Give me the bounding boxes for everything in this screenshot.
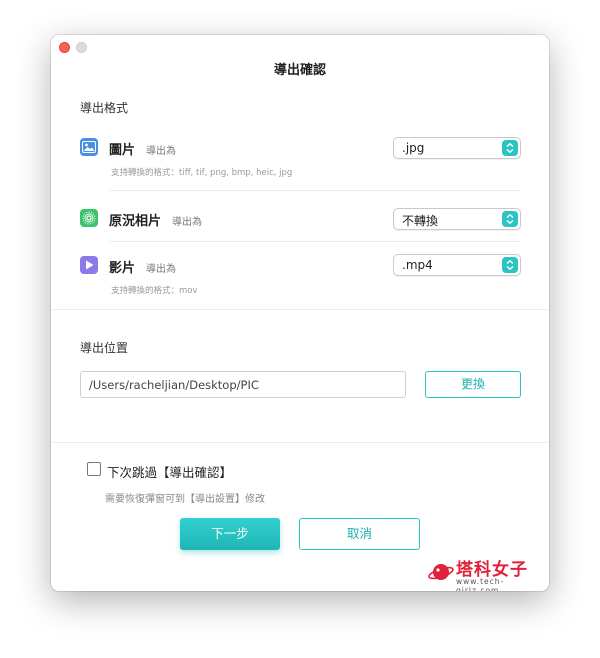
image-icon — [80, 138, 98, 156]
skip-next-time-checkbox[interactable] — [87, 462, 101, 476]
skip-next-time-label[interactable]: 下次跳過【導出確認】 — [107, 462, 232, 481]
image-row-label: 圖片 — [109, 143, 136, 158]
export-confirm-dialog: 導出確認 導出格式 圖片 導出為 .jpg 支持轉換的格式：tiff, tif,… — [51, 35, 549, 591]
video-play-icon — [80, 256, 98, 274]
section-divider — [51, 442, 549, 443]
watermark-logo: 塔科女子 www.tech-girlz.com — [428, 555, 546, 591]
select-chevrons-icon — [502, 211, 518, 227]
live-photo-format-value: 不轉換 — [402, 214, 439, 228]
export-path-field[interactable]: /Users/racheljian/Desktop/PIC — [80, 371, 406, 398]
section-divider — [51, 309, 549, 310]
video-format-select[interactable]: .mp4 — [393, 254, 521, 276]
image-format-hint: 支持轉換的格式：tiff, tif, png, bmp, heic, jpg — [111, 168, 293, 178]
live-photo-row-label: 原況相片 — [109, 214, 162, 229]
video-format-value: .mp4 — [402, 258, 433, 272]
cancel-button[interactable]: 取消 — [299, 518, 420, 550]
change-location-button[interactable]: 更換 — [425, 371, 521, 398]
restore-popup-note: 需要恢復彈窗可到【導出設置】修改 — [105, 494, 265, 505]
video-row-sub: 導出為 — [146, 264, 176, 275]
image-row-sub: 導出為 — [146, 146, 176, 157]
minimize-window-button[interactable] — [76, 42, 87, 53]
next-step-button[interactable]: 下一步 — [180, 518, 280, 550]
image-format-select[interactable]: .jpg — [393, 137, 521, 159]
live-photo-format-select[interactable]: 不轉換 — [393, 208, 521, 230]
dialog-title: 導出確認 — [273, 63, 326, 78]
video-format-hint: 支持轉換的格式：mov — [111, 286, 198, 296]
live-photo-row-sub: 導出為 — [172, 217, 202, 228]
select-chevrons-icon — [502, 140, 518, 156]
divider — [109, 241, 521, 242]
divider — [109, 190, 521, 191]
planet-logo-icon — [428, 564, 454, 580]
select-chevrons-icon — [502, 257, 518, 273]
watermark-url: www.tech-girlz.com — [456, 577, 505, 591]
live-photo-icon — [80, 209, 98, 227]
format-section-label: 導出格式 — [80, 101, 129, 115]
video-row-label: 影片 — [109, 261, 136, 276]
close-window-button[interactable] — [59, 42, 70, 53]
image-format-value: .jpg — [402, 141, 425, 155]
location-section-label: 導出位置 — [80, 341, 129, 355]
